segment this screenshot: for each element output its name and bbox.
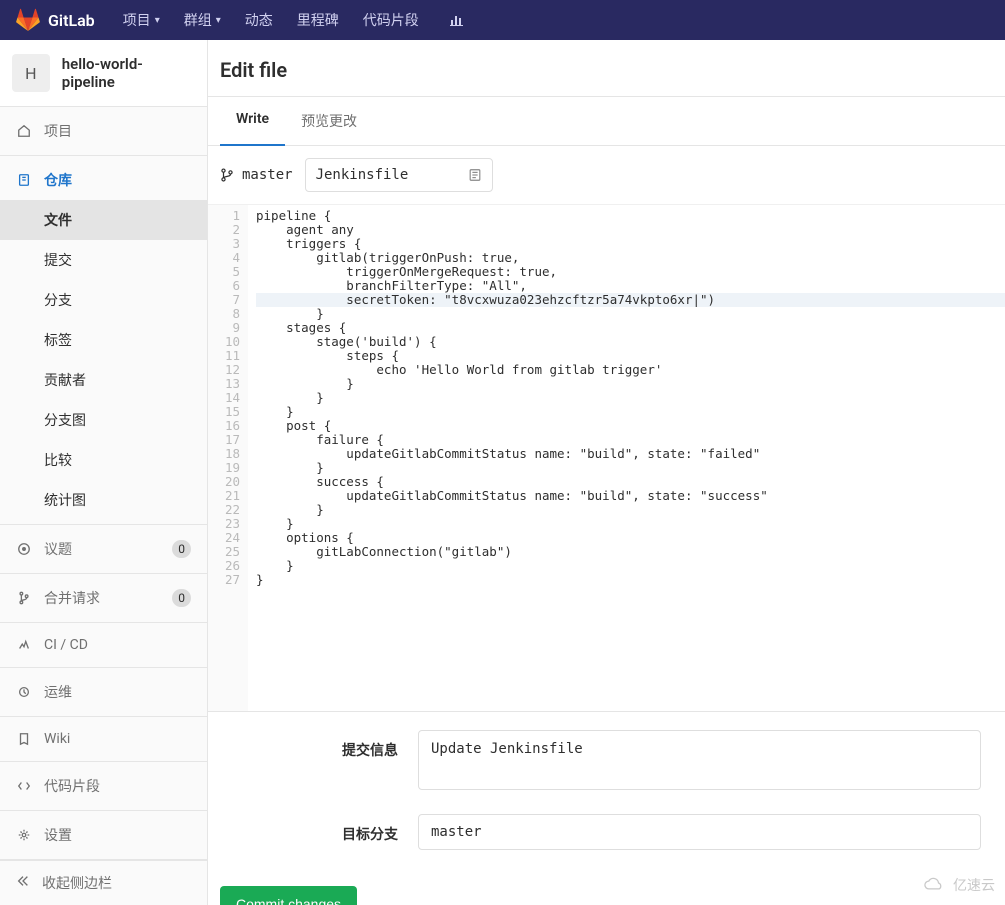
collapse-icon — [16, 874, 30, 892]
chevron-down-icon: ▾ — [216, 15, 221, 26]
count-badge: 0 — [172, 540, 191, 558]
collapse-sidebar[interactable]: 收起侧边栏 — [0, 860, 207, 905]
tanuki-icon — [16, 8, 40, 32]
sidebar-label: CI / CD — [44, 637, 88, 653]
sidebar-item-repository[interactable]: 仓库 — [0, 160, 207, 200]
sidebar-label: 运维 — [44, 682, 72, 702]
template-icon — [468, 168, 482, 182]
settings-icon — [16, 828, 32, 842]
sidebar-item[interactable]: Wiki — [0, 721, 207, 757]
sidebar-label: 合并请求 — [44, 588, 100, 608]
nav-item-4[interactable]: 代码片段 — [351, 10, 431, 30]
commit-message-label: 提交信息 — [208, 730, 418, 760]
merge-request-icon — [16, 591, 32, 605]
tab-preview[interactable]: 预览更改 — [285, 97, 373, 145]
sidebar-item-project[interactable]: 项目 — [0, 111, 207, 151]
sidebar-sub-item[interactable]: 比较 — [0, 440, 207, 480]
activity-icon[interactable] — [437, 12, 477, 28]
sidebar-label: 仓库 — [44, 170, 72, 190]
code-editor[interactable]: 1234567891011121314151617181920212223242… — [208, 204, 1005, 591]
sidebar-sub-item[interactable]: 贡献者 — [0, 360, 207, 400]
tab-write[interactable]: Write — [220, 97, 285, 146]
page-title: Edit file — [208, 58, 1005, 96]
issues-icon — [16, 542, 32, 556]
collapse-label: 收起侧边栏 — [42, 873, 112, 893]
editor-tabs: Write 预览更改 — [208, 97, 1005, 146]
sidebar-item[interactable]: 合并请求 0 — [0, 578, 207, 618]
count-badge: 0 — [172, 589, 191, 607]
sidebar-item[interactable]: 运维 — [0, 672, 207, 712]
chevron-down-icon: ▾ — [155, 15, 160, 26]
commit-message-input[interactable] — [418, 730, 981, 790]
sidebar-label: 议题 — [44, 539, 72, 559]
watermark-text: 亿速云 — [953, 875, 995, 895]
nav-item-0[interactable]: 项目▾ — [111, 10, 172, 30]
nav-item-1[interactable]: 群组▾ — [172, 10, 233, 30]
project-avatar: H — [12, 54, 50, 92]
filename-value: Jenkinsfile — [316, 167, 409, 183]
sidebar-sub-item[interactable]: 分支 — [0, 280, 207, 320]
branch-name: master — [242, 167, 293, 183]
sidebar: H hello-world-pipeline 项目 仓库 文件提交分支标签贡献者… — [0, 40, 208, 905]
cicd-icon — [16, 638, 32, 652]
sidebar-sub-item[interactable]: 标签 — [0, 320, 207, 360]
line-gutter: 1234567891011121314151617181920212223242… — [208, 205, 248, 591]
project-name: hello-world-pipeline — [62, 55, 195, 91]
watermark: 亿速云 — [921, 875, 995, 895]
sidebar-sub-item[interactable]: 统计图 — [0, 480, 207, 520]
operations-icon — [16, 685, 32, 699]
sidebar-sub-item[interactable]: 提交 — [0, 240, 207, 280]
gitlab-logo[interactable]: GitLab — [16, 8, 95, 32]
nav-item-2[interactable]: 动态 — [233, 10, 285, 30]
sidebar-label: Wiki — [44, 731, 70, 747]
sidebar-sub-item[interactable]: 分支图 — [0, 400, 207, 440]
sidebar-label: 设置 — [44, 825, 72, 845]
home-icon — [16, 124, 32, 138]
filename-input[interactable]: Jenkinsfile — [305, 158, 493, 192]
sidebar-item[interactable]: 议题 0 — [0, 529, 207, 569]
target-branch-input[interactable] — [418, 814, 981, 850]
doc-icon — [16, 173, 32, 187]
top-navbar: GitLab 项目▾群组▾动态里程碑代码片段 — [0, 0, 1005, 40]
wiki-icon — [16, 732, 32, 746]
sidebar-sub-item[interactable]: 文件 — [0, 200, 207, 240]
sidebar-label: 代码片段 — [44, 776, 100, 796]
sidebar-item[interactable]: 设置 — [0, 815, 207, 855]
snippets-icon — [16, 779, 32, 793]
branch-icon — [220, 168, 234, 182]
code-content[interactable]: pipeline { agent any triggers { gitlab(t… — [248, 205, 1005, 591]
brand-text: GitLab — [48, 11, 95, 30]
branch-indicator[interactable]: master — [220, 167, 293, 183]
commit-changes-button[interactable]: Commit changes — [220, 886, 357, 905]
sidebar-label: 项目 — [44, 121, 72, 141]
project-header[interactable]: H hello-world-pipeline — [0, 40, 207, 107]
nav-item-3[interactable]: 里程碑 — [285, 10, 351, 30]
cloud-icon — [921, 877, 947, 893]
main-content: Edit file Write 预览更改 master Jenkinsfile … — [208, 40, 1005, 905]
target-branch-label: 目标分支 — [208, 814, 418, 844]
sidebar-item[interactable]: CI / CD — [0, 627, 207, 663]
commit-form: 提交信息 目标分支 — [208, 711, 1005, 850]
sidebar-item[interactable]: 代码片段 — [0, 766, 207, 806]
